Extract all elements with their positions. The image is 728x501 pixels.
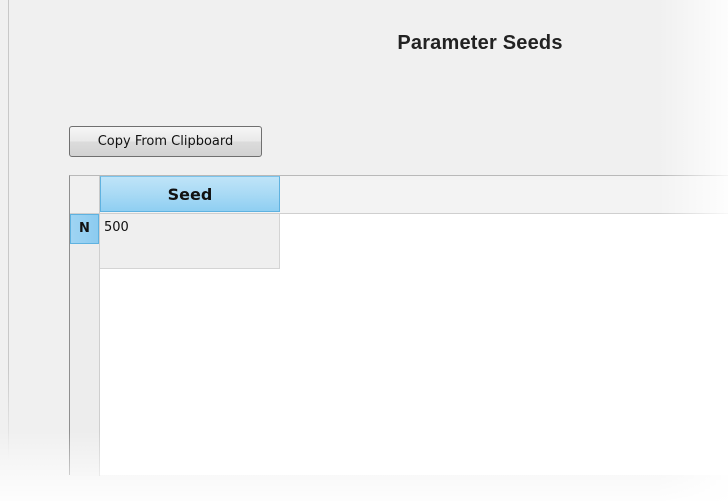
- seed-grid[interactable]: Seed N 500: [69, 175, 728, 476]
- grid-corner-cell[interactable]: [70, 176, 100, 213]
- grid-header-row: Seed: [70, 176, 728, 214]
- row-indicator-new[interactable]: N: [70, 214, 99, 244]
- seed-cell[interactable]: 500: [100, 214, 280, 269]
- column-header-seed[interactable]: Seed: [100, 176, 280, 212]
- parameter-seeds-window: Parameter Seeds Copy From Clipboard Seed…: [0, 0, 728, 501]
- page-title: Parameter Seeds: [397, 32, 563, 54]
- copy-from-clipboard-button[interactable]: Copy From Clipboard: [69, 126, 262, 157]
- window-left-border: [8, 0, 9, 460]
- row-header-column: [70, 214, 100, 476]
